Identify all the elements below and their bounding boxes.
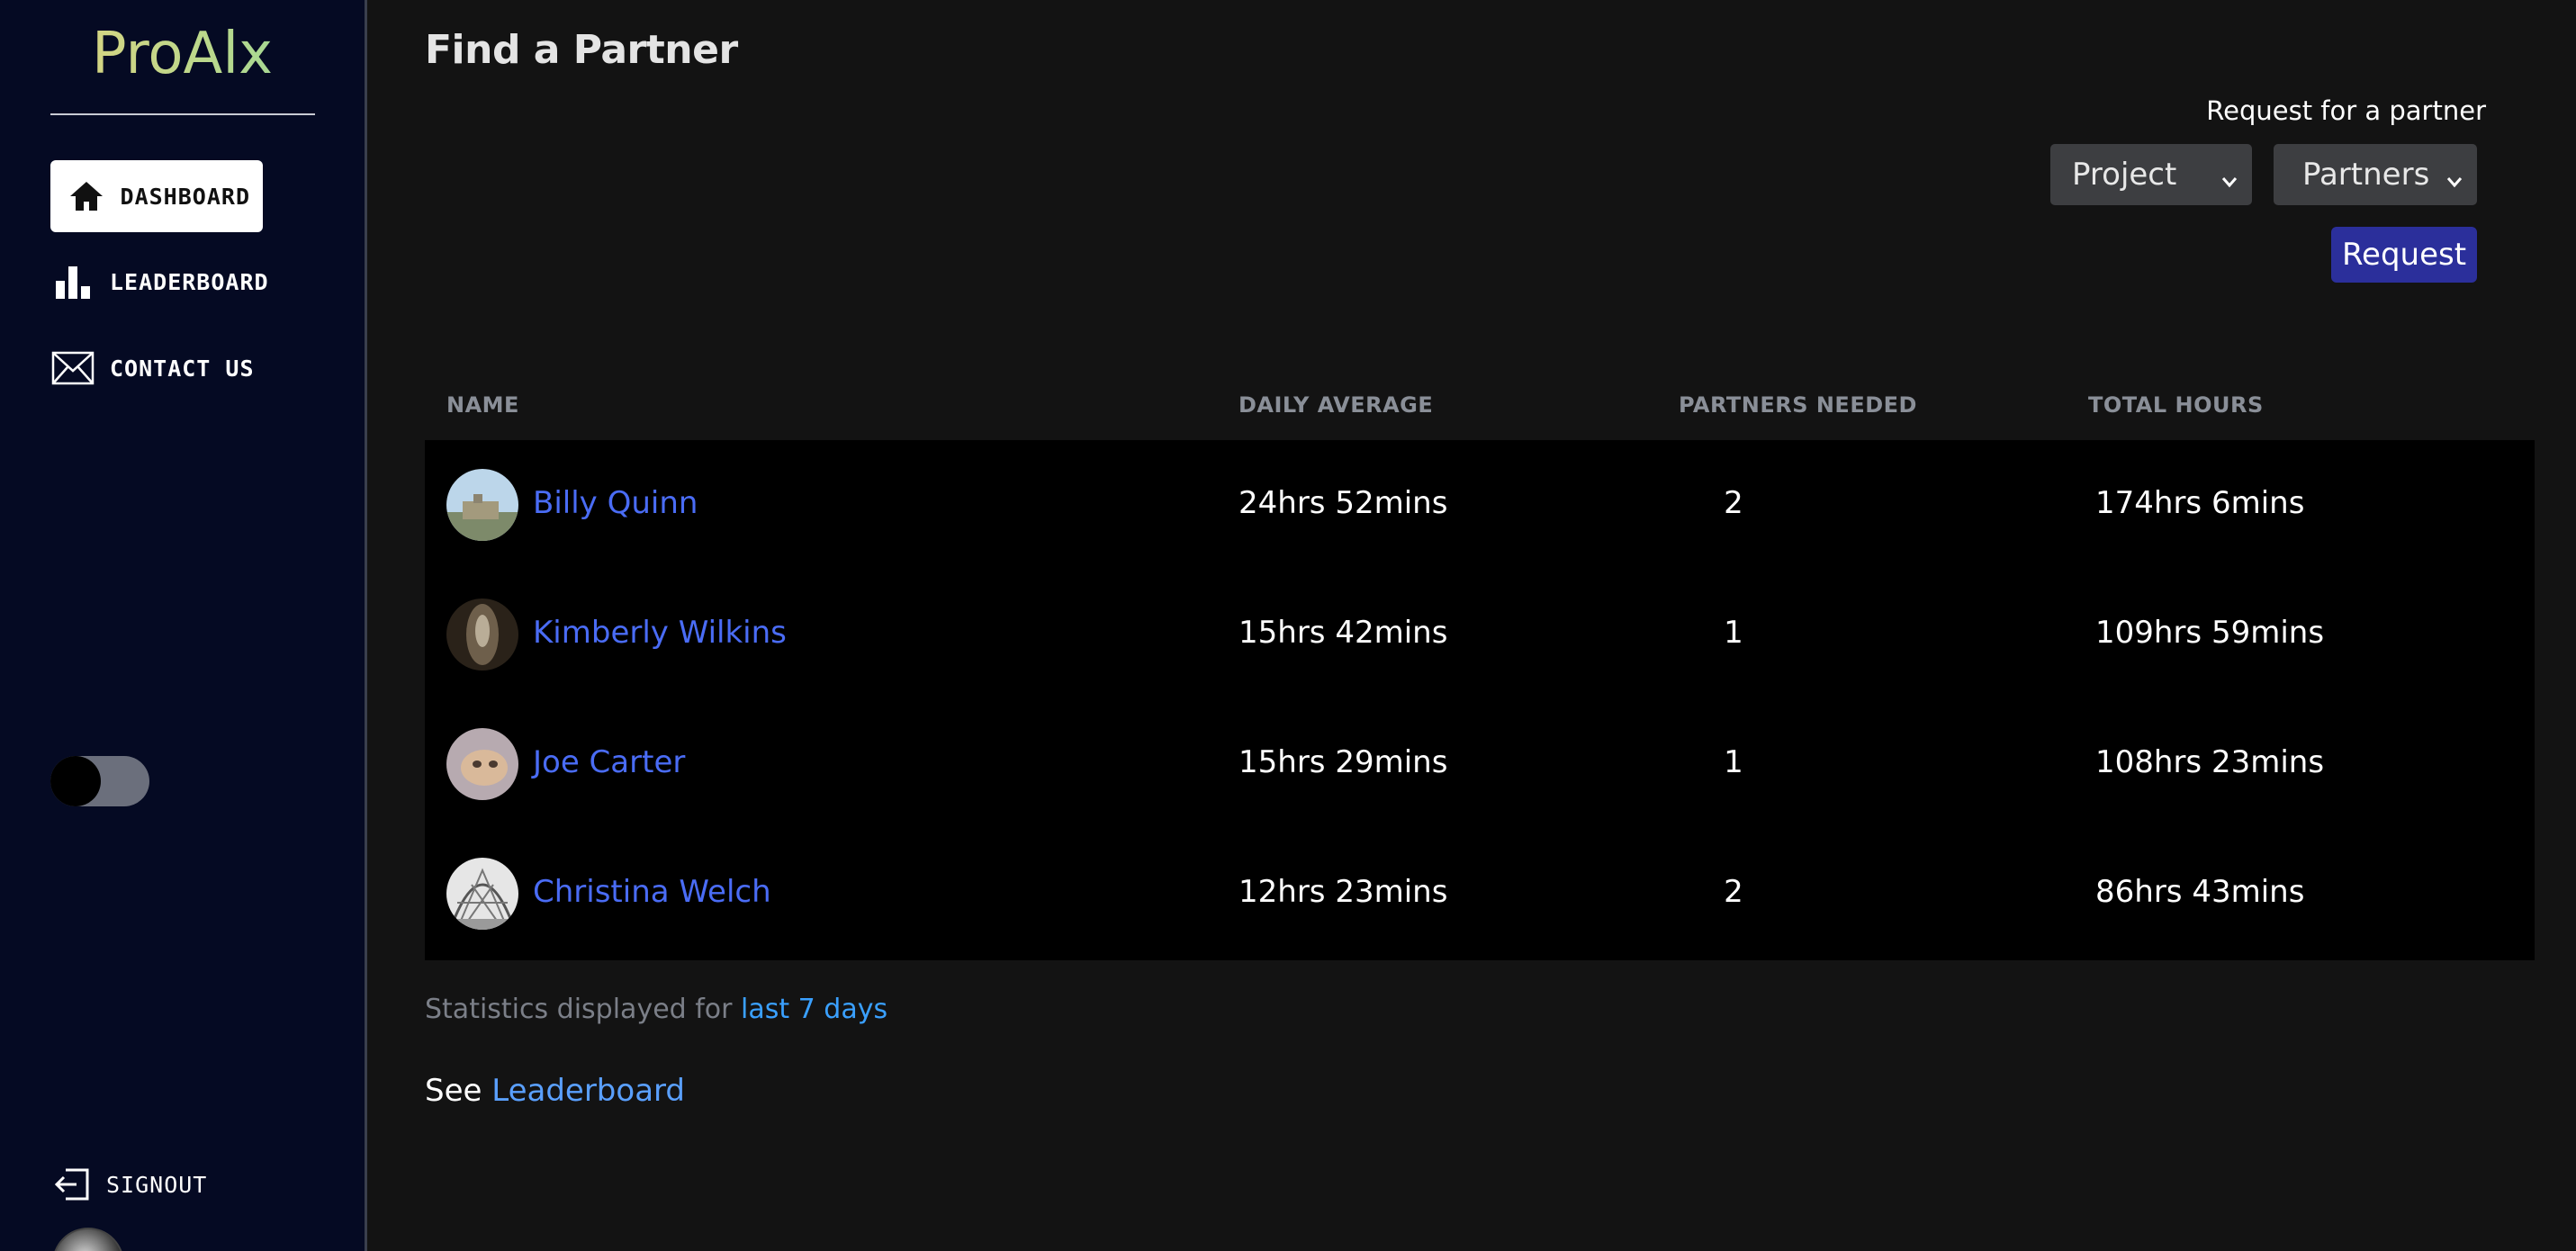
app-logo[interactable]: ProAlx: [0, 20, 365, 88]
avatar: [446, 728, 518, 800]
toggle-knob: [50, 756, 101, 806]
chevron-down-icon: [2445, 164, 2464, 200]
see-text: See: [425, 1073, 492, 1109]
partners-select[interactable]: Partners: [2274, 144, 2477, 205]
user-avatar[interactable]: [52, 1228, 124, 1251]
partner-name-link[interactable]: Christina Welch: [533, 874, 771, 910]
signout-label: SIGNOUT: [106, 1171, 208, 1198]
daily-average: 24hrs 52mins: [1238, 485, 1448, 521]
column-header-name[interactable]: NAME: [446, 392, 519, 418]
partners-select-value: Partners: [2302, 157, 2430, 193]
project-select[interactable]: Project: [2050, 144, 2252, 205]
sidebar: ProAlx DASHBOARD LEADERBOARD CONTACT US …: [0, 0, 367, 1251]
theme-toggle[interactable]: [50, 756, 149, 806]
partner-name-link[interactable]: Billy Quinn: [533, 485, 698, 521]
partners-needed: 1: [1724, 615, 1743, 651]
main-content: Find a Partner Request for a partner Pro…: [367, 0, 2576, 1251]
avatar: [446, 598, 518, 670]
avatar: [446, 858, 518, 930]
signout-icon: [50, 1165, 94, 1204]
partners-needed: 1: [1724, 744, 1743, 780]
sidebar-item-label: LEADERBOARD: [110, 268, 269, 295]
daily-average: 12hrs 23mins: [1238, 874, 1448, 910]
see-leaderboard-line: See Leaderboard: [425, 1073, 685, 1109]
total-hours: 174hrs 6mins: [2095, 485, 2305, 521]
envelope-icon: [50, 348, 95, 388]
total-hours: 86hrs 43mins: [2095, 874, 2305, 910]
column-header-partners-needed[interactable]: PARTNERS NEEDED: [1679, 392, 1917, 418]
home-icon: [67, 176, 106, 216]
table-row[interactable]: Joe Carter 15hrs 29mins 1 108hrs 23mins: [425, 699, 2535, 829]
column-header-total-hours[interactable]: TOTAL HOURS: [2088, 392, 2264, 418]
partner-name-link[interactable]: Joe Carter: [533, 744, 685, 780]
partners-needed: 2: [1724, 485, 1743, 521]
request-button[interactable]: Request: [2331, 227, 2477, 283]
project-select-value: Project: [2072, 157, 2177, 193]
sidebar-divider: [50, 113, 315, 115]
leaderboard-link[interactable]: Leaderboard: [491, 1073, 685, 1109]
column-header-daily-average[interactable]: DAILY AVERAGE: [1238, 392, 1433, 418]
partners-needed: 2: [1724, 874, 1743, 910]
sidebar-item-contact-us[interactable]: CONTACT US: [50, 332, 255, 404]
partner-name-link[interactable]: Kimberly Wilkins: [533, 615, 787, 651]
page-title: Find a Partner: [425, 27, 738, 73]
sidebar-item-label: DASHBOARD: [120, 183, 250, 210]
stats-period-link[interactable]: last 7 days: [741, 994, 887, 1025]
table-row[interactable]: Christina Welch 12hrs 23mins 2 86hrs 43m…: [425, 829, 2535, 958]
sidebar-item-label: CONTACT US: [110, 355, 255, 382]
total-hours: 109hrs 59mins: [2095, 615, 2325, 651]
table-row[interactable]: Kimberly Wilkins 15hrs 42mins 1 109hrs 5…: [425, 570, 2535, 699]
request-label: Request for a partner: [2206, 95, 2486, 126]
app-root: ProAlx DASHBOARD LEADERBOARD CONTACT US …: [0, 0, 2576, 1251]
stats-note: Statistics displayed for last 7 days: [425, 994, 887, 1025]
bar-chart-icon: [50, 262, 95, 302]
daily-average: 15hrs 29mins: [1238, 744, 1448, 780]
table-row[interactable]: Billy Quinn 24hrs 52mins 2 174hrs 6mins: [425, 440, 2535, 570]
chevron-down-icon: [2220, 164, 2239, 200]
partners-table: Billy Quinn 24hrs 52mins 2 174hrs 6mins …: [425, 440, 2535, 960]
signout-button[interactable]: SIGNOUT: [50, 1163, 207, 1206]
avatar: [446, 469, 518, 541]
daily-average: 15hrs 42mins: [1238, 615, 1448, 651]
sidebar-item-dashboard[interactable]: DASHBOARD: [50, 160, 263, 232]
total-hours: 108hrs 23mins: [2095, 744, 2325, 780]
sidebar-item-leaderboard[interactable]: LEADERBOARD: [50, 246, 269, 318]
stats-note-text: Statistics displayed for: [425, 994, 742, 1025]
